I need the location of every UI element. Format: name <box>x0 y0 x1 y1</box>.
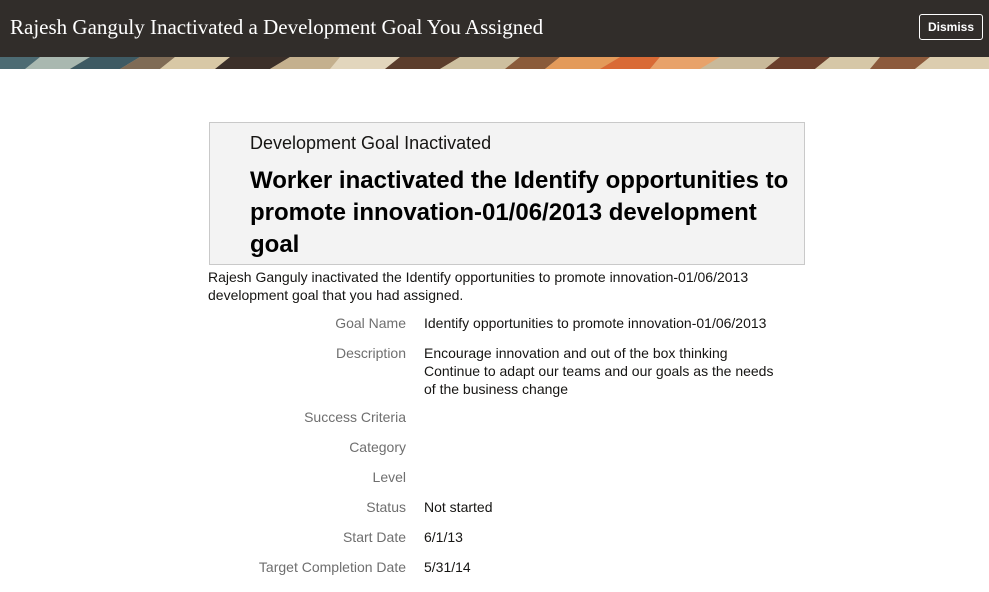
description-value: Encourage innovation and out of the box … <box>424 344 804 398</box>
dismiss-button[interactable]: Dismiss <box>919 14 983 40</box>
status-label: Status <box>366 499 406 515</box>
category-label: Category <box>349 439 406 455</box>
page-title: Rajesh Ganguly Inactivated a Development… <box>10 15 544 39</box>
goal-name-value: Identify opportunities to promote innova… <box>424 315 767 331</box>
description-line: Continue to adapt our teams and our goal… <box>424 363 774 379</box>
status-value: Not started <box>424 499 493 515</box>
intro-text: Rajesh Ganguly inactivated the Identify … <box>208 269 749 303</box>
start-date-value: 6/1/13 <box>424 529 463 545</box>
success-criteria-label: Success Criteria <box>304 409 406 425</box>
description-line: of the business change <box>424 381 568 397</box>
notification-card: Development Goal Inactivated Worker inac… <box>209 122 805 265</box>
target-completion-date-value: 5/31/14 <box>424 559 471 575</box>
level-label: Level <box>372 469 406 485</box>
goal-name-label: Goal Name <box>335 315 406 331</box>
target-completion-date-label: Target Completion Date <box>258 559 406 575</box>
start-date-label: Start Date <box>342 529 406 545</box>
card-title: Worker inactivated the Identify opportun… <box>250 167 789 258</box>
description-label: Description <box>335 345 406 361</box>
card-subtitle: Development Goal Inactivated <box>250 133 492 153</box>
decorative-banner <box>0 57 989 69</box>
description-line: Encourage innovation and out of the box … <box>424 345 728 361</box>
notification-header: Rajesh Ganguly Inactivated a Development… <box>0 0 989 57</box>
